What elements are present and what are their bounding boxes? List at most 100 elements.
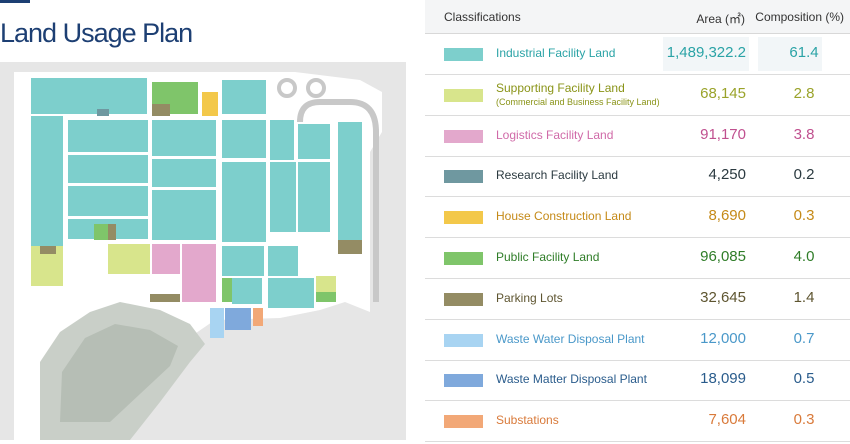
table-row: House Construction Land 8,690 0.3 [425,197,850,239]
title-accent-bar [0,0,30,3]
industrial-block [68,120,148,152]
classification-label: Waste Water Disposal Plant [496,332,645,346]
industrial-block [152,120,216,156]
classification-label: Waste Matter Disposal Plant [496,372,647,386]
area-value: 91,170 [700,125,746,143]
industrial-block [68,155,148,183]
classification-label: Parking Lots [496,291,563,305]
area-value: 18,099 [700,370,746,388]
logistics-block [152,244,180,274]
table-row: Public Facility Land 96,085 4.0 [425,238,850,279]
legend-swatch [444,211,483,225]
composition-value: 4.0 [793,248,815,265]
classification-label: Substations [496,413,559,427]
classification-name: Supporting Facility Land [496,80,625,95]
industrial-block [222,246,264,276]
composition-value: 3.8 [793,125,815,143]
supporting-block [316,276,336,294]
classification-label: House Construction Land [496,209,631,223]
waste-matter-plant-block [225,308,251,330]
classification-name: Logistics Facility Land [496,127,614,142]
industrial-block [152,190,216,240]
industrial-block [298,124,330,159]
classification-name: Parking Lots [496,290,563,305]
classification-name: Research Facility Land [496,168,619,183]
composition-value: 2.8 [793,84,815,102]
classification-label: Supporting Facility Land (Commercial and … [496,81,660,108]
house-construction-block [202,92,218,116]
industrial-block [298,162,330,232]
public-block [222,278,232,302]
header-composition: Composition (%) [755,10,844,24]
legend-swatch [444,415,483,429]
waste-water-plant-block [210,308,224,338]
legend-swatch [444,170,483,184]
composition-value: 0.5 [793,370,815,388]
land-usage-map [0,62,406,440]
area-value: 12,000 [700,329,746,347]
legend-swatch [444,129,483,143]
area-value: 4,250 [708,166,746,184]
public-block [94,224,108,240]
classification-name: Waste Water Disposal Plant [496,331,645,346]
roundabout-left [277,78,297,98]
industrial-block [31,78,147,114]
industrial-block [268,278,314,308]
legend-swatch [444,88,483,102]
classification-name: Substations [496,413,559,428]
industrial-block [31,116,63,246]
substation-block [253,308,263,326]
parking-block [338,240,362,254]
industrial-block [222,120,266,158]
area-value: 32,645 [700,288,746,306]
legend-swatch [444,48,483,61]
header-classifications: Classifications [444,10,521,24]
public-block [316,292,336,302]
table-row: Research Facility Land 4,250 0.2 [425,156,850,198]
table-row: Substations 7,604 0.3 [425,401,850,443]
classification-name: Waste Matter Disposal Plant [496,372,647,387]
composition-value: 1.4 [793,288,815,306]
industrial-block [232,278,262,304]
table-row: Waste Matter Disposal Plant 18,099 0.5 [425,360,850,402]
parking-block [150,294,180,302]
classification-label: Industrial Facility Land [496,46,615,60]
classification-subtitle: (Commercial and Business Facility Land) [496,96,660,107]
legend-swatch [444,252,483,265]
industrial-block [222,80,266,114]
classification-name: House Construction Land [496,209,632,224]
parking-block [152,104,170,116]
page-title: Land Usage Plan [0,18,193,48]
area-value: 1,489,322.2 [666,44,746,61]
logistics-block [182,244,216,302]
classification-name: Industrial Facility Land [496,46,616,60]
classification-label: Public Facility Land [496,250,599,264]
area-value: 96,085 [700,248,746,265]
table-row: Industrial Facility Land 1,489,322.2 61.4 [425,34,850,75]
parking-block [108,224,116,240]
supporting-block [108,244,150,274]
area-value: 68,145 [700,84,746,102]
classification-name: Public Facility Land [496,250,600,264]
composition-value: 61.4 [789,44,819,61]
parking-block [40,246,56,254]
research-block [97,109,109,116]
roundabout-right [306,78,326,98]
classification-label: Logistics Facility Land [496,128,613,142]
area-value: 7,604 [708,411,746,429]
composition-value: 0.2 [793,166,815,184]
classification-label: Research Facility Land [496,168,618,182]
composition-value: 0.3 [793,411,815,429]
composition-value: 0.7 [793,329,815,347]
legend-swatch [444,333,483,347]
composition-value: 0.3 [793,207,815,225]
industrial-block [68,186,148,216]
table-row: Parking Lots 32,645 1.4 [425,279,850,320]
industrial-block [152,159,216,187]
industrial-block [268,246,298,276]
industrial-block [222,162,266,242]
table-header: Classifications Area (㎡) Composition (%) [425,0,850,34]
industrial-block [270,162,296,232]
industrial-block [270,120,294,160]
header-area: Area (㎡) [696,12,745,26]
